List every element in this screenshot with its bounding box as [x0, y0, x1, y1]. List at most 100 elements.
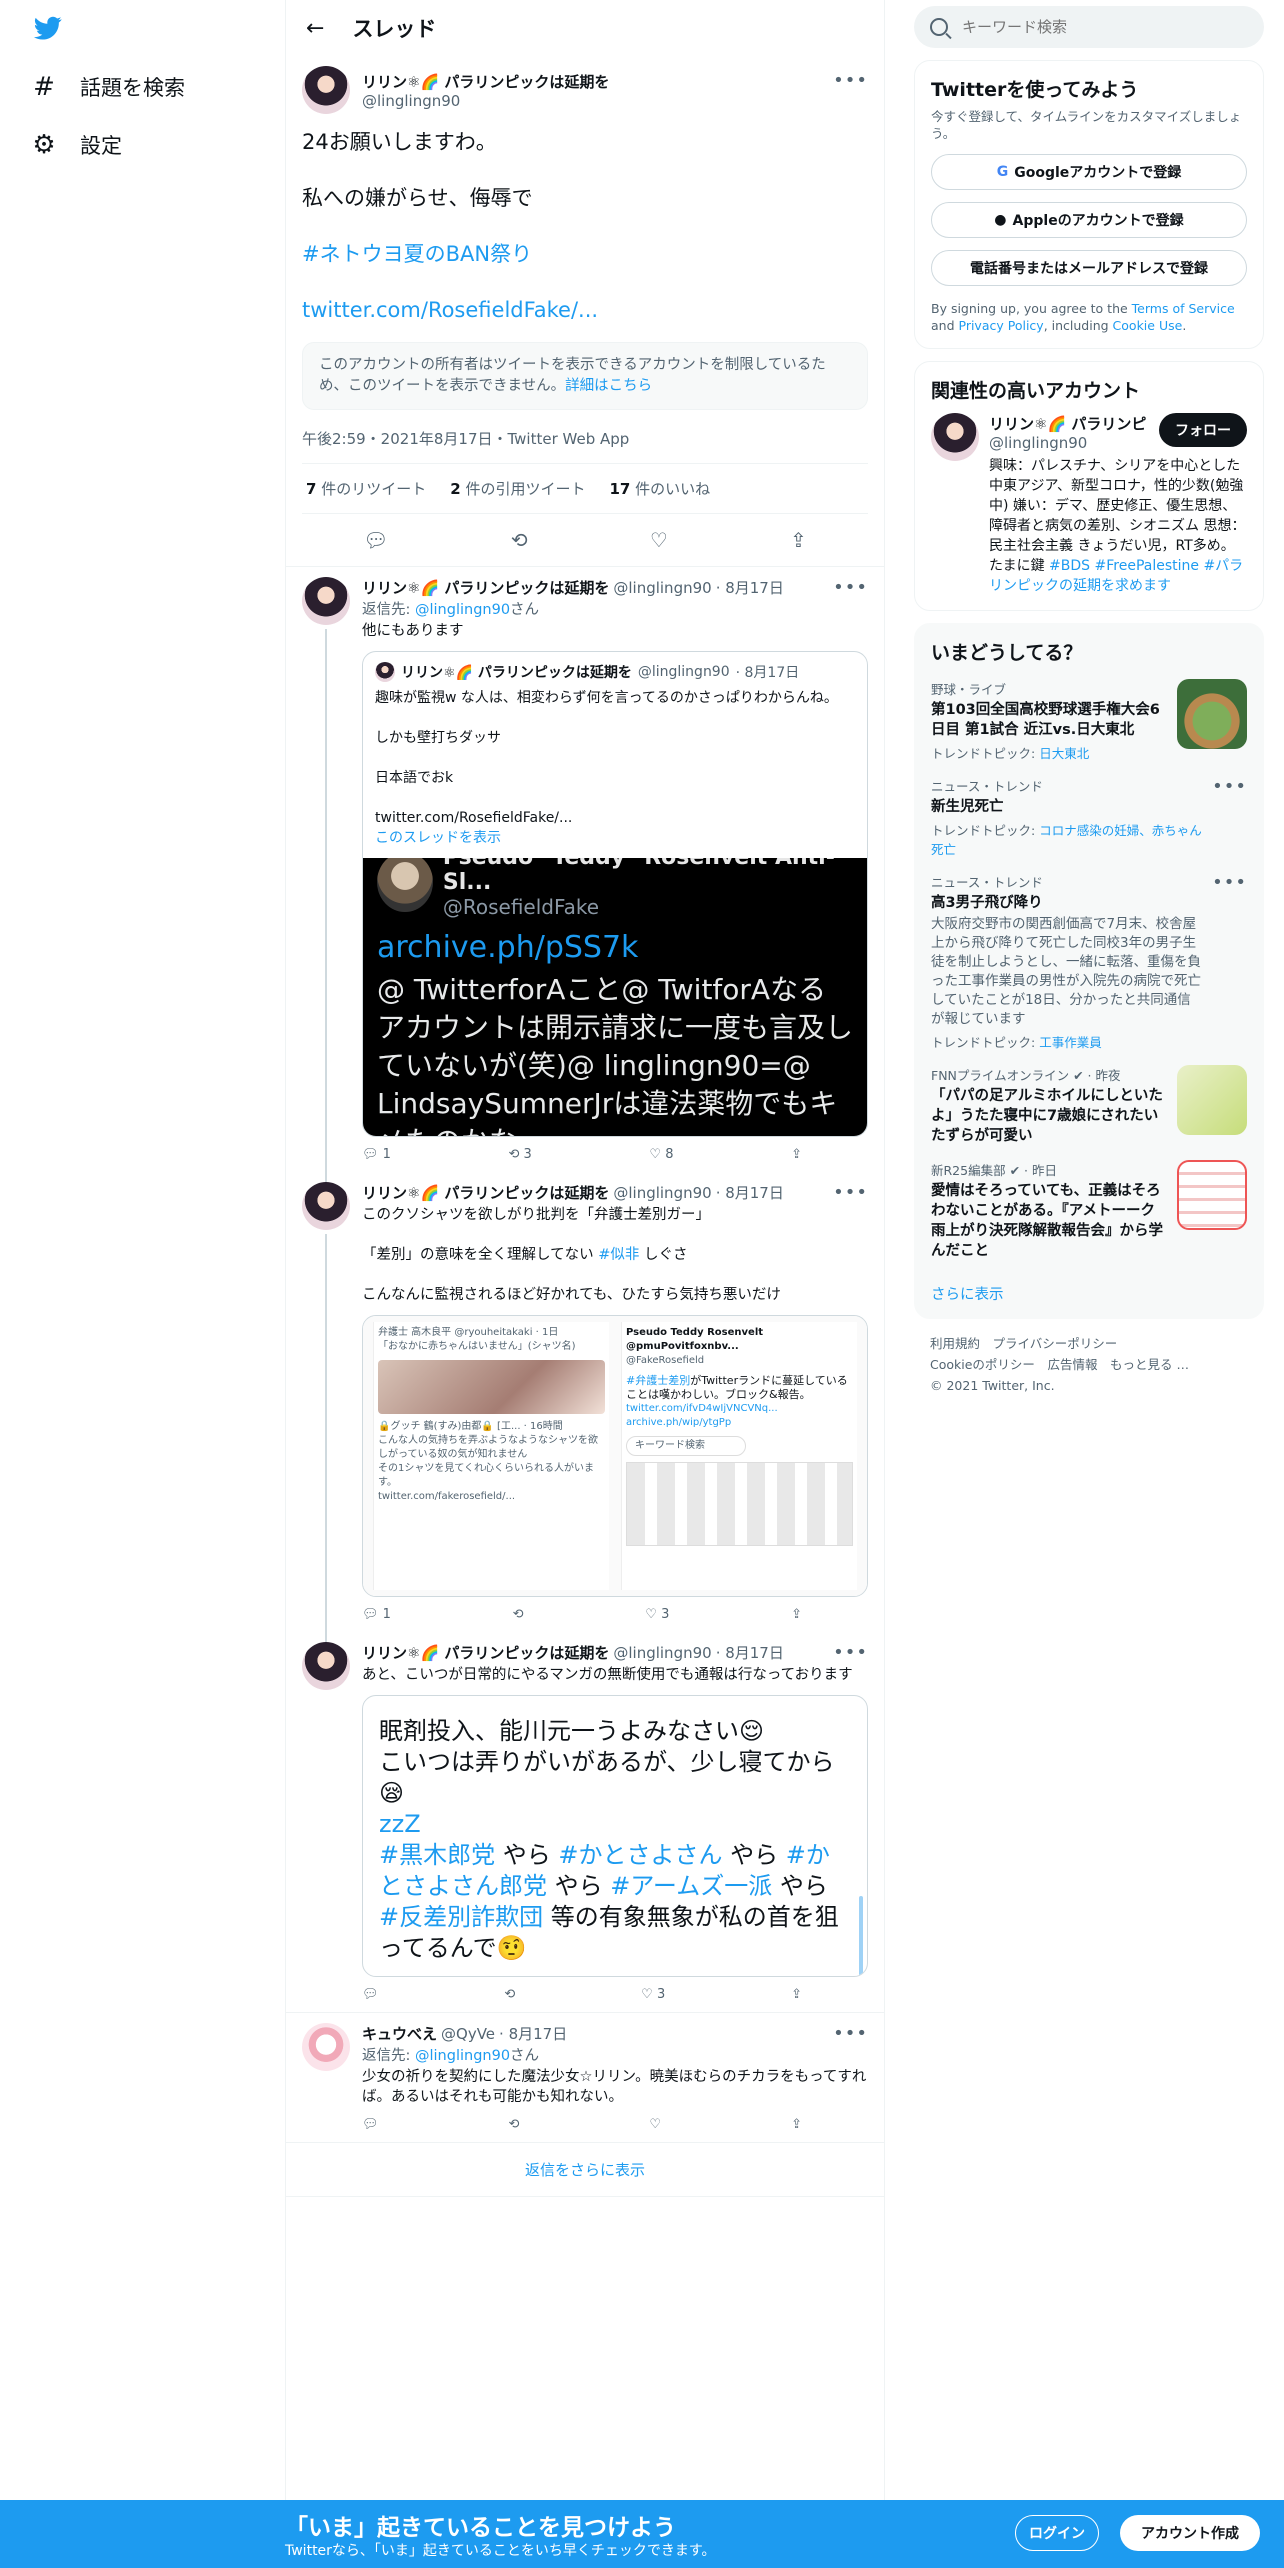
- hashtag-link[interactable]: #似非: [598, 1247, 639, 1263]
- author-handle[interactable]: @QyVe: [441, 2025, 495, 2043]
- avatar[interactable]: [302, 1642, 350, 1690]
- phone-email-signup-button[interactable]: 電話番号またはメールアドレスで登録: [931, 250, 1247, 286]
- like-icon[interactable]: ♡: [650, 528, 668, 552]
- retweet-button[interactable]: ⟲: [504, 1987, 515, 2002]
- trend-item[interactable]: 新R25編集部 ✔ · 昨日 愛情はそろっていても、正義はそろわないことがある。…: [931, 1160, 1247, 1261]
- avatar[interactable]: [302, 2023, 350, 2071]
- reply-tweet[interactable]: キュウべえ @QyVe · 8月17日 ••• 返信先: @linglingn9…: [286, 2013, 884, 2143]
- more-options-icon[interactable]: •••: [1212, 776, 1247, 858]
- trend-item[interactable]: ニュース・トレンド 高3男子飛び降り 大阪府交野市の関西創価高で7月末、校舎屋上…: [931, 872, 1247, 1051]
- author-name[interactable]: リリン⚛🌈 パラリンピックは延期を: [362, 577, 609, 598]
- author-handle[interactable]: @linglingn90: [613, 1184, 711, 1202]
- show-more-trends-link[interactable]: さらに表示: [931, 1283, 1247, 1304]
- avatar[interactable]: [302, 1182, 350, 1230]
- search-box[interactable]: [914, 6, 1264, 48]
- author-handle[interactable]: @linglingn90: [613, 1644, 711, 1662]
- share-icon[interactable]: ⇪: [791, 1607, 802, 1622]
- more-options-icon[interactable]: •••: [833, 70, 868, 91]
- related-name[interactable]: リリン⚛🌈 パラリンピ: [989, 413, 1146, 434]
- footer-link-tos[interactable]: 利用規約: [930, 1336, 980, 1351]
- more-options-icon[interactable]: •••: [833, 2023, 868, 2044]
- author-name[interactable]: リリン⚛🌈 パラリンピックは延期を: [362, 71, 609, 92]
- thread-line: [325, 629, 327, 1184]
- more-options-icon[interactable]: •••: [1212, 872, 1247, 1051]
- terms-link[interactable]: Terms of Service: [1132, 301, 1235, 316]
- reply-button[interactable]: 💬︎ 1: [362, 1147, 391, 1162]
- retweet-count[interactable]: 7 件のリツイート: [306, 478, 426, 499]
- like-button[interactable]: ♡ 8: [649, 1147, 673, 1162]
- reply-icon[interactable]: 💬︎: [363, 528, 388, 552]
- reply-tweet[interactable]: リリン⚛🌈 パラリンピックは延期を @linglingn90 · 8月17日 •…: [286, 1172, 884, 1644]
- back-arrow-icon[interactable]: ←: [306, 16, 324, 41]
- trend-item[interactable]: 野球・ライブ 第103回全国高校野球選手権大会6日目 第1試合 近江vs.日大東…: [931, 679, 1247, 762]
- trend-topic-link[interactable]: 日大東北: [1039, 746, 1089, 761]
- follow-button[interactable]: フォロー: [1159, 413, 1247, 447]
- author-name[interactable]: リリン⚛🌈 パラリンピックは延期を: [362, 1182, 609, 1203]
- search-input[interactable]: [962, 18, 1222, 36]
- avatar[interactable]: [302, 577, 350, 625]
- tweet-timestamp[interactable]: 午後2:59・2021年8月17日・Twitter Web App: [302, 410, 868, 464]
- reply-to-link[interactable]: @linglingn90: [415, 2048, 510, 2064]
- like-icon[interactable]: ♡: [649, 2117, 661, 2132]
- retweet-button[interactable]: ⟲ 3: [509, 1147, 532, 1162]
- tweet-date[interactable]: · 8月17日: [716, 1642, 784, 1663]
- like-button[interactable]: ♡ 3: [641, 1987, 665, 2002]
- hashtag-link[interactable]: #BDS: [1049, 558, 1090, 574]
- footer-link-cookie[interactable]: Cookieのポリシー: [930, 1357, 1035, 1372]
- author-handle[interactable]: @linglingn90: [362, 92, 609, 110]
- hashtag-link[interactable]: #FreePalestine: [1095, 558, 1200, 574]
- reply-to-link[interactable]: @linglingn90: [415, 602, 510, 618]
- more-options-icon[interactable]: •••: [833, 1182, 868, 1203]
- hashtag-link[interactable]: #ネトウヨ夏のBAN祭り: [302, 242, 532, 266]
- quote-count[interactable]: 2 件の引用ツイート: [450, 478, 585, 499]
- footer-link-privacy[interactable]: プライバシーポリシー: [993, 1336, 1118, 1351]
- reply-button[interactable]: 💬︎ 1: [362, 1607, 391, 1622]
- tweet-link[interactable]: twitter.com/RosefieldFake/...: [302, 298, 598, 322]
- learn-more-link[interactable]: 詳細はこちら: [565, 378, 652, 394]
- like-count[interactable]: 17 件のいいね: [609, 478, 710, 499]
- tweet-image[interactable]: 眠剤投入、能川元一うよみなさい😌 こいつは弄りがいがあるが、少し寝てから😪 zz…: [362, 1695, 868, 1977]
- avatar[interactable]: [302, 66, 350, 114]
- author-name[interactable]: リリン⚛🌈 パラリンピックは延期を: [362, 1642, 609, 1663]
- more-options-icon[interactable]: •••: [833, 577, 868, 598]
- cookie-link[interactable]: Cookie Use: [1113, 318, 1183, 333]
- share-icon[interactable]: ⇪: [791, 2117, 802, 2132]
- google-signup-button[interactable]: G Googleアカウントで登録: [931, 154, 1247, 190]
- show-more-replies-link[interactable]: 返信をさらに表示: [286, 2143, 884, 2197]
- show-thread-link[interactable]: このスレッドを表示: [375, 830, 501, 846]
- quoted-image[interactable]: Pseudo "Teddy" Rosenvelt Anti-Sl... @Ros…: [363, 858, 867, 1136]
- retweet-icon[interactable]: ⟲: [511, 528, 528, 552]
- privacy-link[interactable]: Privacy Policy: [959, 318, 1044, 333]
- author-handle[interactable]: @linglingn90: [613, 579, 711, 597]
- trend-item[interactable]: ニュース・トレンド 新生児死亡 トレンドトピック: コロナ感染の妊婦、赤ちゃん死…: [931, 776, 1247, 858]
- footer-link-more[interactable]: もっと見る …: [1110, 1357, 1189, 1372]
- reply-button[interactable]: 💬︎: [362, 1987, 379, 2002]
- share-icon[interactable]: ⇪: [791, 1147, 802, 1162]
- author-name[interactable]: キュウべえ: [362, 2023, 437, 2044]
- tweet-image[interactable]: 弁護士 高木良平 @ryouheitakaki · 1日 「おなかに赤ちゃんはい…: [362, 1315, 868, 1597]
- quoted-tweet[interactable]: リリン⚛🌈 パラリンピックは延期を @linglingn90 · 8月17日 趣…: [362, 651, 868, 1137]
- trend-item[interactable]: FNNプライムオンライン ✔ · 昨夜 「パパの足アルミホイルにしといたよ」うた…: [931, 1065, 1247, 1146]
- retweet-button[interactable]: ⟲: [513, 1607, 524, 1622]
- share-icon[interactable]: ⇪: [791, 1987, 802, 2002]
- trend-topic-link[interactable]: 工事作業員: [1039, 1035, 1102, 1050]
- nav-settings[interactable]: ⚙ 設定: [30, 130, 122, 160]
- avatar[interactable]: [931, 413, 979, 461]
- twitter-logo-icon[interactable]: [32, 14, 64, 42]
- apple-signup-button[interactable]: ● Appleのアカウントで登録: [931, 202, 1247, 238]
- related-account[interactable]: リリン⚛🌈 パラリンピ @linglingn90 フォロー 興味：パレスチナ、シ…: [931, 413, 1247, 596]
- tweet-date[interactable]: · 8月17日: [716, 1182, 784, 1203]
- footer-link-ads[interactable]: 広告情報: [1047, 1357, 1097, 1372]
- reply-tweet[interactable]: リリン⚛🌈 パラリンピックは延期を @linglingn90 · 8月17日 •…: [286, 1632, 884, 2013]
- create-account-button[interactable]: アカウント作成: [1120, 2515, 1260, 2551]
- like-button[interactable]: ♡ 3: [645, 1607, 669, 1622]
- reply-tweet[interactable]: リリン⚛🌈 パラリンピックは延期を @linglingn90 · 8月17日 •…: [286, 567, 884, 1184]
- login-button[interactable]: ログイン: [1015, 2515, 1099, 2551]
- reply-icon[interactable]: 💬︎: [362, 2117, 379, 2132]
- tweet-date[interactable]: · 8月17日: [499, 2023, 567, 2044]
- share-icon[interactable]: ⇪: [790, 528, 807, 552]
- retweet-icon[interactable]: ⟲: [509, 2117, 520, 2132]
- nav-explore[interactable]: # 話題を検索: [30, 72, 185, 102]
- tweet-date[interactable]: · 8月17日: [716, 577, 784, 598]
- more-options-icon[interactable]: •••: [833, 1642, 868, 1663]
